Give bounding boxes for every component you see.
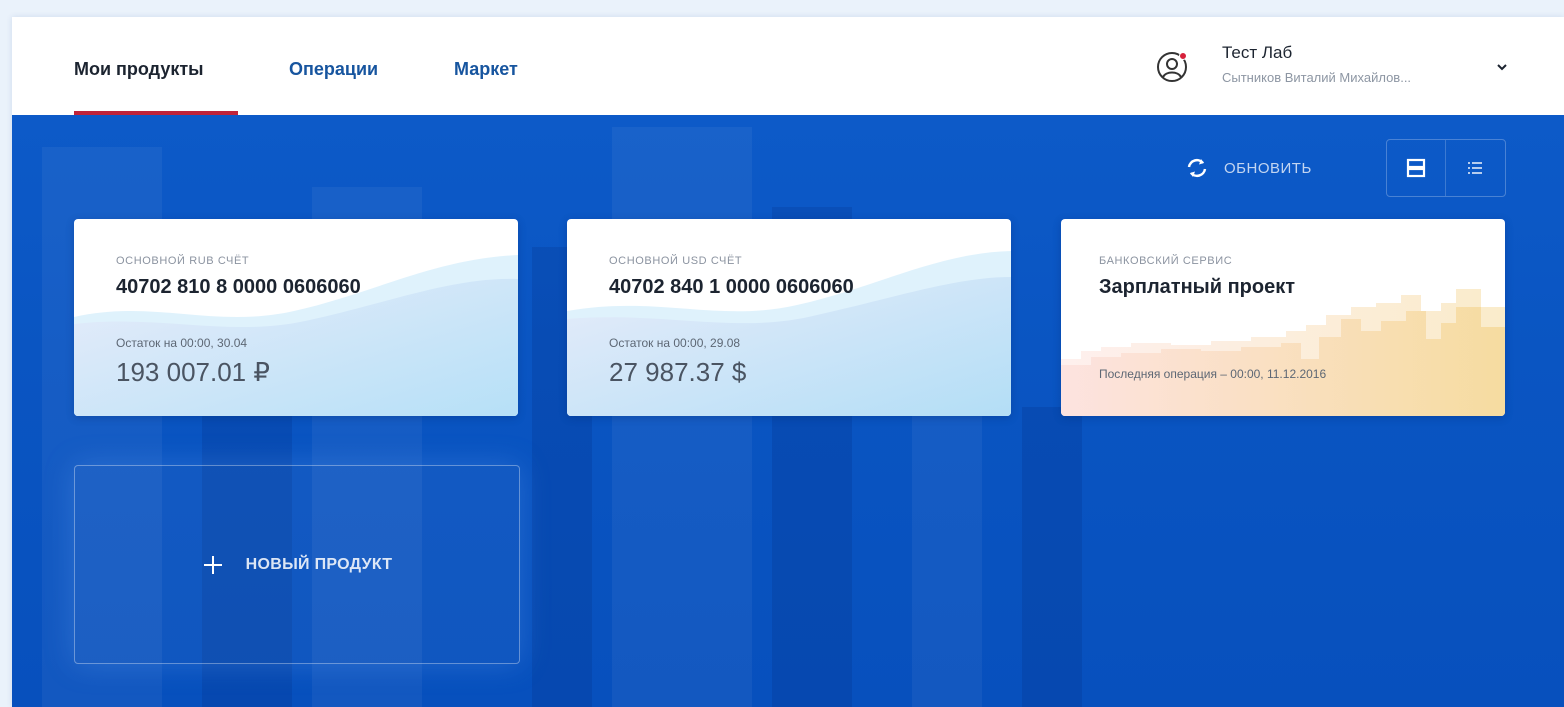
chevron-down-icon[interactable] xyxy=(1494,59,1510,75)
service-title: Зарплатный проект xyxy=(1099,276,1296,298)
account-balance: 193 007.01 ₽ xyxy=(116,357,270,387)
account-number: 40702 810 8 0000 0606060 xyxy=(116,276,361,298)
account-type-label: ОСНОВНОЙ RUB СЧЁТ xyxy=(116,255,250,267)
user-full-name: Сытников Виталий Михайлов... xyxy=(1222,70,1412,85)
list-view-button[interactable] xyxy=(1445,140,1504,196)
tab-market[interactable]: Маркет xyxy=(454,59,518,80)
new-product-label: НОВЫЙ ПРОДУКТ xyxy=(245,555,393,573)
product-card-salary-project[interactable]: БАНКОВСКИЙ СЕРВИС Зарплатный проект Посл… xyxy=(1061,219,1505,416)
skyline-decoration xyxy=(1022,407,1082,707)
product-card-rub-account[interactable]: ОСНОВНОЙ RUB СЧЁТ 40702 810 8 0000 06060… xyxy=(74,219,518,416)
account-balance: 27 987.37 $ xyxy=(609,357,747,387)
app-frame: Мои продукты Операции Маркет Тест Лаб Сы… xyxy=(12,17,1564,707)
plus-icon xyxy=(203,555,222,574)
user-name: Тест Лаб xyxy=(1222,43,1293,62)
new-product-button[interactable]: НОВЫЙ ПРОДУКТ xyxy=(74,465,520,664)
list-view-icon xyxy=(1468,162,1482,174)
tile-view-button[interactable] xyxy=(1387,140,1445,196)
user-avatar-icon[interactable] xyxy=(1156,51,1188,83)
account-type-label: ОСНОВНОЙ USD СЧЁТ xyxy=(609,255,743,267)
account-number: 40702 840 1 0000 0606060 xyxy=(609,276,854,298)
product-card-usd-account[interactable]: ОСНОВНОЙ USD СЧЁТ 40702 840 1 0000 06060… xyxy=(567,219,1011,416)
balance-caption: Остаток на 00:00, 29.08 xyxy=(609,336,741,350)
balance-caption: Остаток на 00:00, 30.04 xyxy=(116,336,248,350)
service-type-label: БАНКОВСКИЙ СЕРВИС xyxy=(1099,255,1233,267)
last-operation-text: Последняя операция – 00:00, 11.12.2016 xyxy=(1099,367,1327,381)
skyline-decoration xyxy=(612,127,752,707)
tab-operations[interactable]: Операции xyxy=(289,59,378,80)
tab-my-products[interactable]: Мои продукты xyxy=(74,59,204,80)
tile-view-icon xyxy=(1406,158,1426,178)
top-navigation-bar: Мои продукты Операции Маркет Тест Лаб Сы… xyxy=(12,17,1564,115)
card-bars-background xyxy=(1061,219,1505,416)
refresh-label: ОБНОВИТЬ xyxy=(1224,159,1312,177)
refresh-icon xyxy=(1187,158,1207,178)
refresh-button[interactable]: ОБНОВИТЬ xyxy=(1184,153,1312,183)
products-area: ОБНОВИТЬ ОСНОВНОЙ RUB СЧЁТ 40702 810 8 0… xyxy=(12,115,1564,707)
view-toggle xyxy=(1386,139,1506,197)
